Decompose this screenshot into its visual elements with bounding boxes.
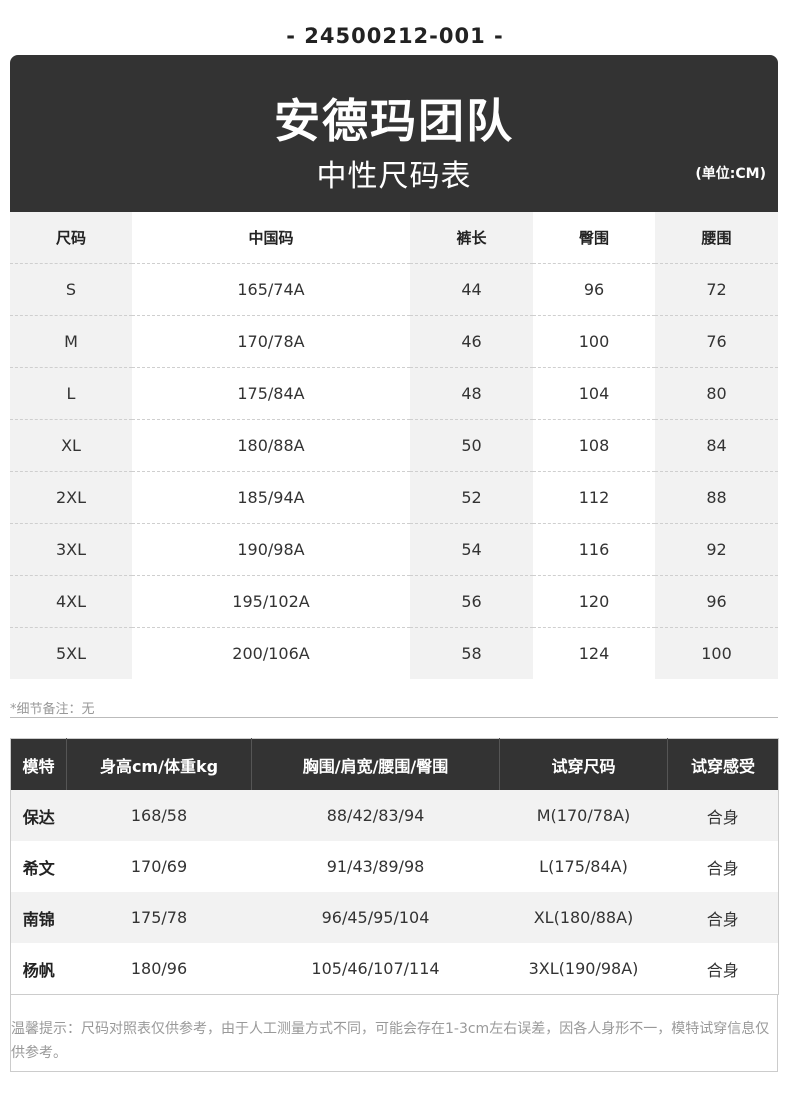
product-code: - 24500212-001 -	[286, 24, 504, 48]
cell-height-weight: 170/69	[66, 841, 252, 892]
cell-waist: 92	[655, 523, 778, 576]
cell-size: S	[10, 263, 132, 316]
cell-tried-size: XL(180/88A)	[499, 892, 668, 943]
cell-tried-size: M(170/78A)	[499, 790, 668, 841]
cell-model-name: 杨帆	[10, 943, 67, 995]
model-table-header-row: 模特 身高cm/体重kg 胸围/肩宽/腰围/臀围 试穿尺码 试穿感受	[10, 738, 779, 790]
tip-text: 温馨提示：尺码对照表仅供参考，由于人工测量方式不同，可能会存在1-3cm左右误差…	[11, 1021, 770, 1061]
column-header-fit-feeling: 试穿感受	[667, 738, 779, 790]
cell-pants-length: 52	[410, 471, 533, 524]
column-header-size: 尺码	[10, 212, 132, 264]
cell-waist: 76	[655, 315, 778, 368]
cell-tried-size: 3XL(190/98A)	[499, 943, 668, 995]
column-header-pants-length: 裤长	[410, 212, 533, 264]
cell-size: L	[10, 367, 132, 420]
table-row: 杨帆 180/96 105/46/107/114 3XL(190/98A) 合身	[10, 943, 779, 995]
column-header-height-weight: 身高cm/体重kg	[66, 738, 252, 790]
cell-china-size: 165/74A	[132, 263, 410, 316]
cell-pants-length: 54	[410, 523, 533, 576]
cell-hip: 104	[533, 367, 655, 420]
cell-hip: 108	[533, 419, 655, 472]
table-row: 希文 170/69 91/43/89/98 L(175/84A) 合身	[10, 841, 779, 892]
cell-hip: 112	[533, 471, 655, 524]
column-header-tried-size: 试穿尺码	[499, 738, 668, 790]
cell-waist: 88	[655, 471, 778, 524]
cell-pants-length: 48	[410, 367, 533, 420]
table-row: M 170/78A 46 100 76	[10, 315, 778, 368]
cell-china-size: 190/98A	[132, 523, 410, 576]
cell-china-size: 200/106A	[132, 627, 410, 679]
cell-china-size: 180/88A	[132, 419, 410, 472]
table-row: 4XL 195/102A 56 120 96	[10, 575, 778, 628]
cell-size: 3XL	[10, 523, 132, 576]
chart-subtitle: 中性尺码表	[316, 159, 472, 194]
cell-model-name: 保达	[10, 790, 67, 841]
size-table: 尺码 中国码 裤长 臀围 腰围 S 165/74A 44 96 72 M 170…	[10, 212, 778, 679]
cell-waist: 84	[655, 419, 778, 472]
cell-measurements: 105/46/107/114	[251, 943, 500, 995]
table-row: XL 180/88A 50 108 84	[10, 419, 778, 472]
cell-hip: 100	[533, 315, 655, 368]
cell-measurements: 96/45/95/104	[251, 892, 500, 943]
cell-fit-feeling: 合身	[667, 790, 779, 841]
cell-waist: 96	[655, 575, 778, 628]
cell-waist: 100	[655, 627, 778, 679]
cell-size: XL	[10, 419, 132, 472]
cell-fit-feeling: 合身	[667, 943, 779, 995]
cell-hip: 120	[533, 575, 655, 628]
column-header-hip: 臀围	[533, 212, 655, 264]
table-row: 5XL 200/106A 58 124 100	[10, 627, 778, 679]
column-header-china-size: 中国码	[132, 212, 410, 264]
cell-waist: 80	[655, 367, 778, 420]
cell-size: 2XL	[10, 471, 132, 524]
model-fit-table: 模特 身高cm/体重kg 胸围/肩宽/腰围/臀围 试穿尺码 试穿感受 保达 16…	[10, 738, 779, 995]
unit-note: (单位:CM)	[695, 166, 766, 182]
cell-china-size: 175/84A	[132, 367, 410, 420]
cell-measurements: 88/42/83/94	[251, 790, 500, 841]
column-header-waist: 腰围	[655, 212, 778, 264]
cell-model-name: 希文	[10, 841, 67, 892]
cell-measurements: 91/43/89/98	[251, 841, 500, 892]
cell-china-size: 195/102A	[132, 575, 410, 628]
cell-hip: 124	[533, 627, 655, 679]
cell-china-size: 170/78A	[132, 315, 410, 368]
cell-fit-feeling: 合身	[667, 892, 779, 943]
cell-waist: 72	[655, 263, 778, 316]
cell-height-weight: 175/78	[66, 892, 252, 943]
cell-hip: 116	[533, 523, 655, 576]
cell-tried-size: L(175/84A)	[499, 841, 668, 892]
cell-china-size: 185/94A	[132, 471, 410, 524]
cell-pants-length: 58	[410, 627, 533, 679]
cell-size: 5XL	[10, 627, 132, 679]
cell-pants-length: 56	[410, 575, 533, 628]
cell-pants-length: 46	[410, 315, 533, 368]
cell-size: M	[10, 315, 132, 368]
cell-size: 4XL	[10, 575, 132, 628]
table-row: S 165/74A 44 96 72	[10, 263, 778, 316]
cell-hip: 96	[533, 263, 655, 316]
cell-pants-length: 50	[410, 419, 533, 472]
column-header-measurements: 胸围/肩宽/腰围/臀围	[251, 738, 500, 790]
table-row: L 175/84A 48 104 80	[10, 367, 778, 420]
table-row: 2XL 185/94A 52 112 88	[10, 471, 778, 524]
header-banner: 安德玛团队 中性尺码表 (单位:CM)	[10, 55, 778, 212]
cell-height-weight: 180/96	[66, 943, 252, 995]
cell-height-weight: 168/58	[66, 790, 252, 841]
column-header-model: 模特	[10, 738, 67, 790]
detail-note: *细节备注：无	[10, 698, 778, 718]
cell-fit-feeling: 合身	[667, 841, 779, 892]
table-row: 保达 168/58 88/42/83/94 M(170/78A) 合身	[10, 790, 779, 841]
cell-model-name: 南锦	[10, 892, 67, 943]
cell-pants-length: 44	[410, 263, 533, 316]
tip-box: 温馨提示：尺码对照表仅供参考，由于人工测量方式不同，可能会存在1-3cm左右误差…	[10, 995, 778, 1072]
brand-title: 安德玛团队	[274, 94, 514, 148]
table-row: 南锦 175/78 96/45/95/104 XL(180/88A) 合身	[10, 892, 779, 943]
table-row: 3XL 190/98A 54 116 92	[10, 523, 778, 576]
size-table-header-row: 尺码 中国码 裤长 臀围 腰围	[10, 212, 778, 264]
